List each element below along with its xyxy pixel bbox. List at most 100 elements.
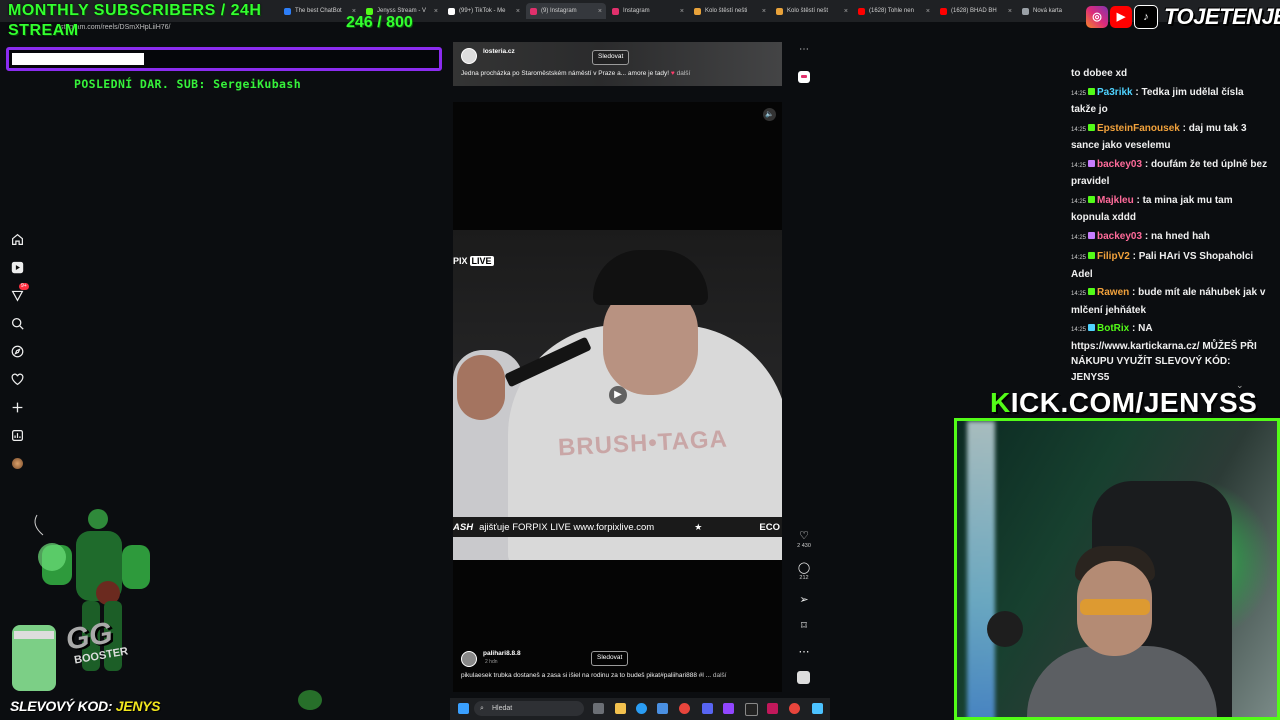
reel-account[interactable]: palihari8.8.8: [483, 650, 521, 657]
app-icon[interactable]: [767, 703, 778, 714]
profile-avatar[interactable]: [10, 457, 24, 471]
tab-favicon-icon: [694, 7, 701, 15]
tab-favicon-icon: [858, 7, 865, 15]
top-post-account[interactable]: losteria.cz: [483, 48, 515, 55]
chat-text: : ta mina jak mu tam kopnula xddd: [1071, 194, 1233, 224]
edge-icon[interactable]: [636, 703, 647, 714]
top-audio-icon[interactable]: [798, 71, 810, 83]
instagram-sidebar: 9+: [0, 225, 36, 475]
ticker-brand: ASH: [453, 521, 474, 533]
notifications-icon[interactable]: 9+: [10, 283, 29, 303]
chat-timestamp: 14:25: [1071, 291, 1087, 297]
subs-current: 246: [346, 14, 373, 31]
previous-reel[interactable]: losteria.cz Sledovat Jedna procházka po …: [453, 42, 782, 86]
chat-username[interactable]: Majkleu: [1097, 195, 1134, 206]
tab-favicon-icon: [530, 7, 537, 15]
chat-message: 14:25 Rawen : bude mít ale náhubek jak v …: [1071, 285, 1271, 318]
tab-close-icon[interactable]: ×: [434, 8, 438, 15]
browser-tab[interactable]: Kolo štěstí nešt ×: [772, 3, 852, 19]
tab-close-icon[interactable]: ×: [680, 8, 684, 15]
comment-button[interactable]: ◯ 212: [795, 562, 813, 582]
chat-username[interactable]: Pa3rikk: [1097, 87, 1133, 98]
chat-timestamp: 14:25: [1071, 234, 1087, 241]
tab-close-icon[interactable]: ×: [926, 8, 930, 15]
chat-text: : na hned hah: [1142, 230, 1210, 242]
instagram-logo-icon: ◎: [1086, 6, 1108, 28]
streamlabs-icon[interactable]: [723, 703, 734, 714]
subs-progress-fill: [12, 53, 144, 65]
chat-badge-icon: [1088, 195, 1096, 203]
browser-tab[interactable]: Instagram ×: [608, 3, 688, 19]
browser-tab[interactable]: (1628) BHAD BH ×: [936, 3, 1016, 19]
dashboard-icon[interactable]: [10, 429, 24, 443]
ticker-end: ECO: [759, 521, 780, 533]
create-icon[interactable]: [10, 401, 24, 415]
chrome-icon-2[interactable]: [789, 703, 800, 714]
chat-username[interactable]: FilipV2: [1097, 251, 1130, 262]
heart-icon[interactable]: [10, 373, 24, 387]
chat-username[interactable]: BotRix: [1097, 323, 1129, 334]
reel-follow-button[interactable]: Sledovat: [591, 651, 629, 666]
browser-tab[interactable]: (1628) Tohle nen ×: [854, 3, 934, 19]
home-icon[interactable]: [10, 233, 24, 247]
tab-label: Kolo štěstí nešt: [787, 8, 829, 14]
taskbar: ⌕ Hledat: [450, 698, 830, 720]
tab-close-icon[interactable]: ×: [844, 8, 848, 15]
chat-message: 14:25 backey03 : doufám že ted úplně bez …: [1071, 157, 1271, 190]
taskbar-search[interactable]: ⌕ Hledat: [474, 701, 584, 716]
chat-message: 14:25 Pa3rikk : Tedka jim udělal čísla ta…: [1071, 85, 1271, 118]
top-more-icon[interactable]: ⋯: [796, 44, 812, 55]
explore-icon[interactable]: [10, 345, 24, 359]
mute-icon[interactable]: 🔈: [763, 108, 776, 121]
reel-caption: pikulaesek trubka dostaneš a zasa si iši…: [461, 672, 727, 679]
share-icon[interactable]: ➢: [795, 594, 813, 606]
reel-video[interactable]: BRUSH•TAGA PIX LIVE ▶ ASH ajišťuje FORPI…: [453, 230, 782, 560]
browser-tab[interactable]: (99+) TikTok - Me ×: [444, 3, 524, 19]
search-icon[interactable]: [10, 317, 24, 331]
task-view-icon[interactable]: [593, 703, 604, 714]
like-button[interactable]: ♡ 2 430: [795, 530, 813, 550]
subs-goal-count: 246 / 800: [346, 14, 413, 32]
tab-label: (9) Instagram: [541, 8, 577, 14]
tab-label: (1628) BHAD BH: [951, 8, 997, 14]
top-post-more-link[interactable]: další: [677, 70, 691, 77]
chat-username[interactable]: Rawen: [1097, 287, 1129, 298]
chat-username[interactable]: backey03: [1097, 231, 1142, 242]
more-icon[interactable]: ⋯: [795, 646, 813, 658]
tab-close-icon[interactable]: ×: [762, 8, 766, 15]
top-post-avatar[interactable]: [461, 48, 477, 64]
tab-close-icon[interactable]: ×: [516, 8, 520, 15]
brand-name: TOJETENJENYS: [1164, 4, 1280, 29]
reel-avatar[interactable]: [461, 651, 477, 667]
save-icon[interactable]: ⌑: [795, 620, 813, 632]
chrome-icon[interactable]: [679, 703, 690, 714]
audio-thumb-icon[interactable]: [797, 671, 810, 684]
chat-timestamp: 14:25: [1071, 327, 1087, 333]
chat-username[interactable]: EpsteinFanousek: [1097, 123, 1180, 134]
play-icon[interactable]: ▶: [609, 386, 627, 404]
kick-url: ICK.COM/JENYSS: [1010, 387, 1258, 418]
store-icon[interactable]: [657, 703, 668, 714]
reels-icon[interactable]: [10, 261, 24, 275]
tab-label: Instagram: [623, 8, 650, 14]
current-reel[interactable]: 🔈 BRUSH•TAGA PIX LIVE ▶ ASH ajišťuje FOR…: [453, 102, 782, 692]
browser-tab[interactable]: Kolo štěstí nešti ×: [690, 3, 770, 19]
chat-badge-icon: [1088, 123, 1096, 131]
reel-caption-text: pikulaesek trubka dostaneš a zasa si iši…: [461, 672, 712, 679]
file-explorer-icon[interactable]: [615, 703, 626, 714]
chat-badge-icon: [1088, 288, 1096, 295]
subs-progress-bar: [6, 47, 442, 71]
chat-username[interactable]: backey03: [1097, 159, 1142, 170]
windows-start-icon[interactable]: [458, 703, 469, 714]
tab-close-icon[interactable]: ×: [1008, 8, 1012, 15]
reel-more-link[interactable]: další: [713, 672, 727, 679]
discord-icon[interactable]: [702, 703, 713, 714]
promo-code-value: JENYS: [115, 698, 161, 714]
tab-close-icon[interactable]: ×: [598, 8, 602, 15]
top-post-follow-button[interactable]: Sledovat: [592, 50, 630, 65]
browser-tab[interactable]: (9) Instagram ×: [526, 3, 606, 19]
notepad-icon[interactable]: [812, 703, 823, 714]
obs-icon[interactable]: [745, 703, 758, 716]
chat-message: to dobee xd: [1071, 66, 1271, 82]
like-count: 2 430: [797, 543, 811, 549]
